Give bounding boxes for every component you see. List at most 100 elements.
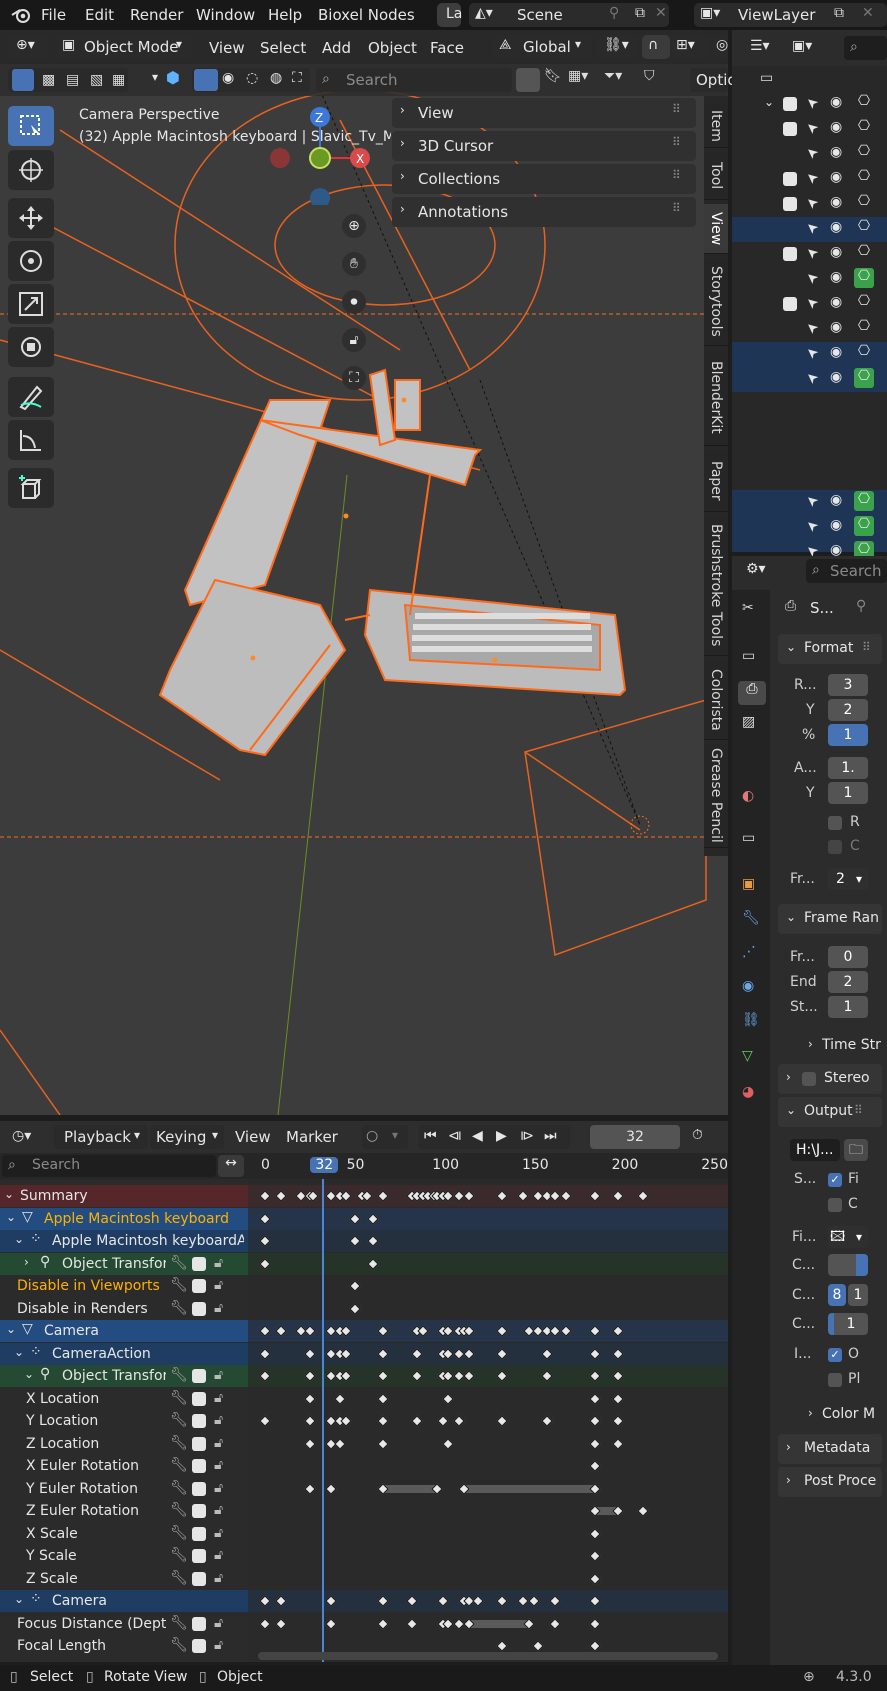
eye-icon[interactable]: ◉	[830, 517, 842, 533]
channel-row[interactable]: › ⚲ Object Transform🔧︎ 🔓︎	[0, 1252, 248, 1275]
play-icon[interactable]: ▶	[496, 1128, 507, 1144]
lock-icon[interactable]: 🔓︎	[214, 1390, 223, 1406]
view-layer-selector[interactable]: ▣▾ ViewLayer ⧉ ✕	[694, 3, 887, 27]
filter-icon[interactable]: ⏷▾	[604, 68, 622, 84]
material-tab-icon[interactable]: ◕	[742, 1084, 754, 1100]
viewport-menu-select[interactable]: Select	[260, 39, 306, 57]
eye-icon[interactable]: ◉	[830, 269, 842, 285]
new-layer-icon[interactable]: ⧉	[834, 5, 844, 21]
keyframe-area[interactable]	[248, 1179, 728, 1662]
color-depth-8[interactable]: 8	[828, 1284, 846, 1306]
lock-icon[interactable]: 🔓︎	[214, 1277, 223, 1293]
viewport-menu-face[interactable]: Face	[430, 39, 464, 57]
render-region-checkbox[interactable]	[828, 816, 842, 830]
outliner-row[interactable]: ➤ ◉ ⎔	[732, 292, 887, 317]
keyframe-row[interactable]	[248, 1320, 728, 1342]
mute-checkbox[interactable]	[192, 1639, 206, 1653]
npanel-section-annotations[interactable]: › Annotations ⠿	[392, 197, 696, 227]
channel-row[interactable]: Y Location 🔧︎ 🔓︎	[0, 1410, 248, 1432]
lock-icon[interactable]: 🔓︎	[214, 1547, 223, 1563]
modifier-wrench-icon[interactable]: 🔧︎	[170, 1525, 188, 1541]
options-button[interactable]: Optio	[690, 68, 737, 92]
eye-icon[interactable]: ◉	[830, 144, 842, 160]
cache-result-checkbox[interactable]	[828, 1198, 842, 1212]
render-camera-icon[interactable]: ⎔	[854, 318, 874, 338]
selectable-arrow-icon[interactable]: ➤	[802, 268, 821, 288]
render-camera-icon[interactable]: ⎔	[854, 516, 874, 536]
render-camera-icon[interactable]: ⎔	[854, 491, 874, 511]
channel-row[interactable]: ⌄ ⁘ CameraAction	[0, 1342, 248, 1365]
modifier-wrench-icon[interactable]: 🔧︎	[170, 1570, 188, 1586]
exclude-checkbox[interactable]	[783, 297, 797, 311]
modifier-wrench-icon[interactable]: 🔧︎	[170, 1367, 188, 1383]
selectable-arrow-icon[interactable]: ➤	[802, 293, 821, 313]
chevron-down-icon[interactable]: ⌄	[6, 1322, 16, 1336]
chevron-down-icon[interactable]: ▾	[152, 70, 158, 84]
dopesheet-editor-icon[interactable]: ◷▾	[12, 1128, 31, 1144]
keyframe-row[interactable]	[248, 1207, 728, 1230]
chevron-down-icon[interactable]: ⌄	[14, 1592, 24, 1606]
selectable-arrow-icon[interactable]: ➤	[802, 516, 821, 536]
channel-row[interactable]: Z Euler Rotation 🔧︎ 🔓︎	[0, 1500, 248, 1522]
annotate-tool[interactable]	[8, 377, 54, 417]
lock-icon[interactable]: 🔓︎	[342, 328, 366, 352]
menu-bioxel-nodes[interactable]: Bioxel Nodes	[318, 6, 415, 24]
chevron-down-icon[interactable]: ⌄	[24, 1367, 34, 1381]
channel-row[interactable]: ⌄ ▽ Camera	[0, 1320, 248, 1342]
eye-icon[interactable]: ◉	[830, 244, 842, 260]
color-mode-toggle[interactable]	[828, 1254, 868, 1276]
blender-logo-icon[interactable]	[10, 6, 32, 24]
mute-checkbox[interactable]	[192, 1414, 206, 1428]
scale-tool[interactable]	[8, 284, 54, 324]
viewport-overlay-color-icon[interactable]: ⬢	[166, 68, 180, 87]
channel-row[interactable]: ⌄ Summary	[0, 1185, 248, 1207]
eye-icon[interactable]: ◉	[830, 319, 842, 335]
menu-help[interactable]: Help	[268, 6, 302, 24]
keyframe-row[interactable]	[248, 1545, 728, 1567]
chevron-down-icon[interactable]: ⌄	[14, 1232, 24, 1246]
prev-keyframe-icon[interactable]: ⧏	[448, 1128, 462, 1144]
tab-colorista[interactable]: Colorista	[704, 660, 728, 740]
add-cube-tool[interactable]	[8, 468, 54, 508]
zoom-icon[interactable]: ⊕	[342, 214, 366, 238]
modifier-wrench-icon[interactable]: 🔧︎	[170, 1480, 188, 1496]
channel-row[interactable]: Y Euler Rotation 🔧︎ 🔓︎	[0, 1478, 248, 1500]
shield-icon[interactable]: ⛉	[644, 68, 655, 84]
wireframe-shading-icon[interactable]	[194, 69, 218, 91]
selectable-arrow-icon[interactable]: ➤	[802, 491, 821, 511]
selectable-arrow-icon[interactable]: ➤	[802, 318, 821, 338]
selectable-arrow-icon[interactable]: ➤	[802, 143, 821, 163]
eye-icon[interactable]: ◉	[830, 94, 842, 110]
pan-hand-icon[interactable]: ✋︎	[342, 252, 366, 276]
camera-view-icon[interactable]: ⏺	[342, 290, 366, 314]
folder-icon[interactable]: 🗀	[844, 1139, 868, 1161]
rotate-tool[interactable]	[8, 241, 54, 281]
modifier-wrench-icon[interactable]: 🔧︎	[170, 1412, 188, 1428]
keyframe-row[interactable]	[248, 1342, 728, 1365]
mute-checkbox[interactable]	[192, 1616, 206, 1631]
outliner-row[interactable]: ➤ ◉ ⎔	[732, 217, 887, 242]
aspect-y-field[interactable]: 1	[828, 782, 868, 804]
properties-search[interactable]: ⌕ Search	[806, 559, 887, 583]
select-invert-icon[interactable]: ▧	[90, 72, 103, 88]
frame-range-panel-header[interactable]: ⌄ Frame Ran	[778, 904, 882, 934]
keyframe-row[interactable]	[248, 1388, 728, 1410]
lock-icon[interactable]: 🔓︎	[214, 1367, 223, 1383]
keyframe-row[interactable]	[248, 1410, 728, 1432]
outliner-row[interactable]: ➤ ◉ ⎔	[732, 117, 887, 142]
selectable-arrow-icon[interactable]: ➤	[802, 168, 821, 188]
frame-step-field[interactable]: 1	[828, 996, 868, 1018]
pivot-button[interactable]: ⛓▾	[598, 35, 638, 59]
keyframe-row[interactable]	[248, 1298, 728, 1320]
auto-keying-toggle[interactable]: ○ ▾	[362, 1125, 408, 1149]
output-tab-icon[interactable]: ⎙	[738, 681, 766, 705]
outliner-row[interactable]: ➤ ◉ ⎔	[732, 342, 887, 367]
eye-icon[interactable]: ◉	[830, 194, 842, 210]
outliner-row[interactable]: ➤ ◉ ⎔	[732, 192, 887, 217]
frame-selected-icon[interactable]: ⛶	[342, 366, 366, 390]
frame-ruler[interactable]: 0 32 50 100 150 200 250	[248, 1153, 728, 1179]
select-new-icon[interactable]	[12, 69, 34, 91]
npanel-section-view[interactable]: › View ⠿	[392, 98, 696, 128]
chevron-down-icon[interactable]: ⌄	[14, 1345, 24, 1359]
scene-selector[interactable]: ◭▾ Scene ⚲ ⧉ ✕	[469, 3, 669, 27]
